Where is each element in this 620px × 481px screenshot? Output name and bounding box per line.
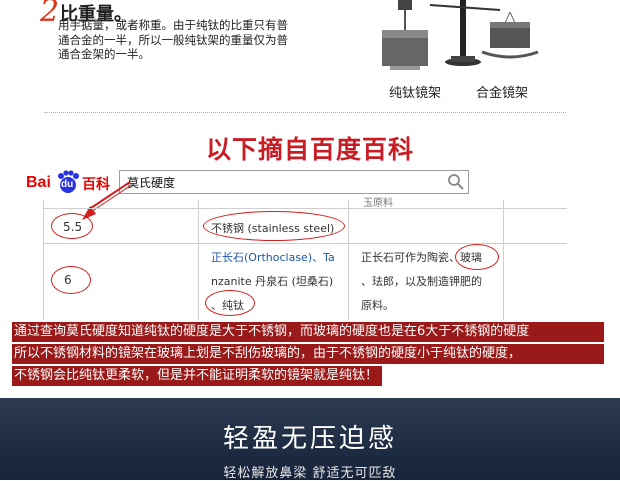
section-body: 用手掂量，或者称重。由于纯钛的比重只有普通合金的一半，所以一般纯钛架的重量仅为普… [58, 18, 288, 61]
annotation-line-2: 所以不锈钢材料的镜架在玻璃上划是不刮伤玻璃的，由于不锈钢的硬度小于纯钛的硬度， [12, 344, 604, 364]
search-icon[interactable] [446, 172, 466, 192]
alloy-scale-icon [481, 11, 539, 59]
scale-stand-icon [429, 0, 501, 66]
highlight-circle [455, 244, 499, 270]
baike-heading: 以下摘自百度百科 [205, 135, 414, 164]
table-row: 5.5 不锈钢 (stainless steel) [43, 209, 567, 243]
alloy-frame-label: 合金镜架 [476, 86, 529, 101]
note-line-2: 、珐郎，以及制造钾肥的 [361, 275, 482, 288]
logo-bai: Bai [26, 174, 51, 191]
table-cell-partial: 玉原料 [363, 198, 393, 209]
note-line-3: 原料。 [361, 299, 394, 312]
divider [44, 112, 566, 113]
section-number: 2 [40, 0, 60, 29]
footer-title: 轻盈无压迫感 [222, 424, 397, 454]
balance-scale-illustration [382, 0, 539, 70]
highlight-circle [51, 266, 91, 294]
material-line-2: nzanite 丹泉石 (坦桑石) [211, 275, 334, 288]
highlight-circle [205, 290, 255, 316]
table-row: 6 正长石(Orthoclase)、Ta nzanite 丹泉石 (坦桑石) 、… [43, 244, 567, 320]
titanium-scale-icon [382, 0, 428, 70]
hardness-table: 玉原料 5.5 不锈钢 (stainless steel) 6 正长石(Orth… [43, 198, 567, 320]
material-line-1[interactable]: 正长石(Orthoclase)、Ta [211, 249, 335, 265]
titanium-frame-label: 纯钛镜架 [389, 86, 442, 101]
footer-subtitle: 轻松解放鼻梁 舒适无可匹敌 [223, 466, 397, 481]
annotation-block: 通过查询莫氏硬度知道纯钛的硬度是大于不锈钢，而玻璃的硬度也是在6大于不锈钢的硬度… [12, 322, 604, 392]
highlight-circle [51, 213, 93, 239]
annotation-line-3: 不锈钢会比纯钛更柔软，但是并不能证明柔软的镜架就是纯钛！ [12, 366, 383, 386]
highlight-circle [203, 211, 345, 241]
annotation-line-1: 通过查询莫氏硬度知道纯钛的硬度是大于不锈钢，而玻璃的硬度也是在6大于不锈钢的硬度 [12, 322, 604, 342]
search-input[interactable]: 莫氏硬度 [119, 170, 469, 194]
